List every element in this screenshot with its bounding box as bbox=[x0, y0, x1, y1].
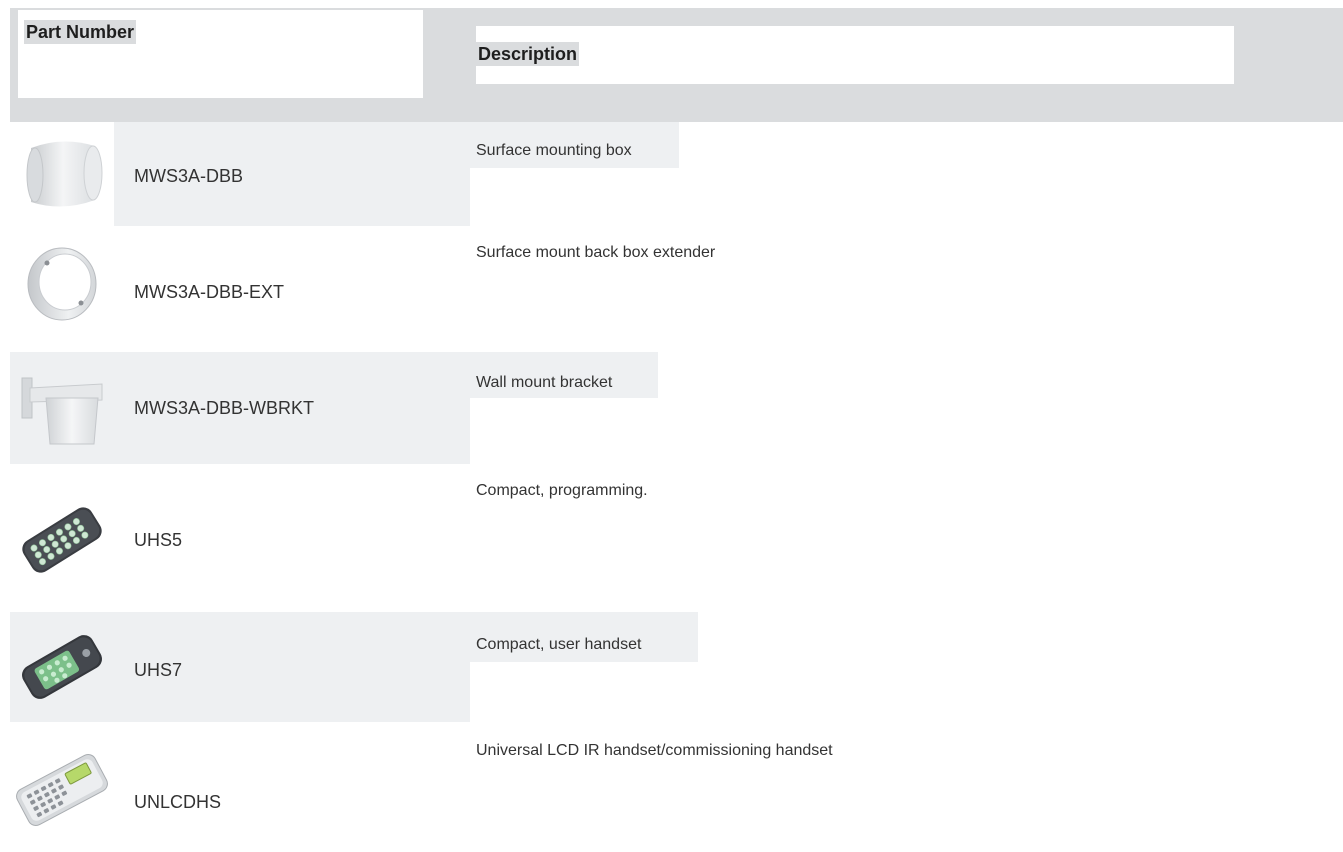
description-column-header: Description bbox=[476, 42, 580, 66]
part-number: MWS3A-DBB bbox=[134, 166, 244, 186]
programming-handset-icon bbox=[10, 480, 114, 600]
table-row: UNLCDHS Universal LCD IR handset/commiss… bbox=[10, 722, 1343, 852]
description: Universal LCD IR handset/commissioning h… bbox=[476, 742, 833, 759]
table-row: MWS3A-DBB-WBRKT Wall mount bracket bbox=[10, 352, 1343, 464]
part-number-column-header: Part Number bbox=[24, 20, 137, 44]
description-header-cell bbox=[476, 26, 1234, 84]
description: Surface mounting box bbox=[476, 142, 632, 159]
part-number: UHS7 bbox=[134, 660, 183, 680]
wall-mount-bracket-icon bbox=[10, 352, 114, 464]
table-row: UHS5 Compact, programming. bbox=[10, 464, 1343, 612]
part-number: MWS3A-DBB-EXT bbox=[134, 282, 285, 302]
table-row: MWS3A-DBB Surface mounting box bbox=[10, 122, 1343, 226]
part-number: MWS3A-DBB-WBRKT bbox=[134, 398, 314, 418]
user-handset-icon bbox=[10, 612, 114, 722]
table-row: UHS7 Compact, user handset bbox=[10, 612, 1343, 722]
description: Compact, user handset bbox=[476, 636, 642, 653]
description: Wall mount bracket bbox=[476, 374, 613, 391]
lcd-ir-handset-icon bbox=[10, 730, 114, 850]
part-number: UNLCDHS bbox=[134, 792, 222, 812]
description: Compact, programming. bbox=[476, 482, 648, 499]
back-box-extender-icon bbox=[10, 226, 114, 342]
table-row: MWS3A-DBB-EXT Surface mount back box ext… bbox=[10, 226, 1343, 352]
description: Surface mount back box extender bbox=[476, 244, 716, 261]
table-header: Part Number Description bbox=[10, 8, 1343, 122]
part-number: UHS5 bbox=[134, 530, 183, 550]
surface-mounting-box-icon bbox=[10, 122, 114, 226]
